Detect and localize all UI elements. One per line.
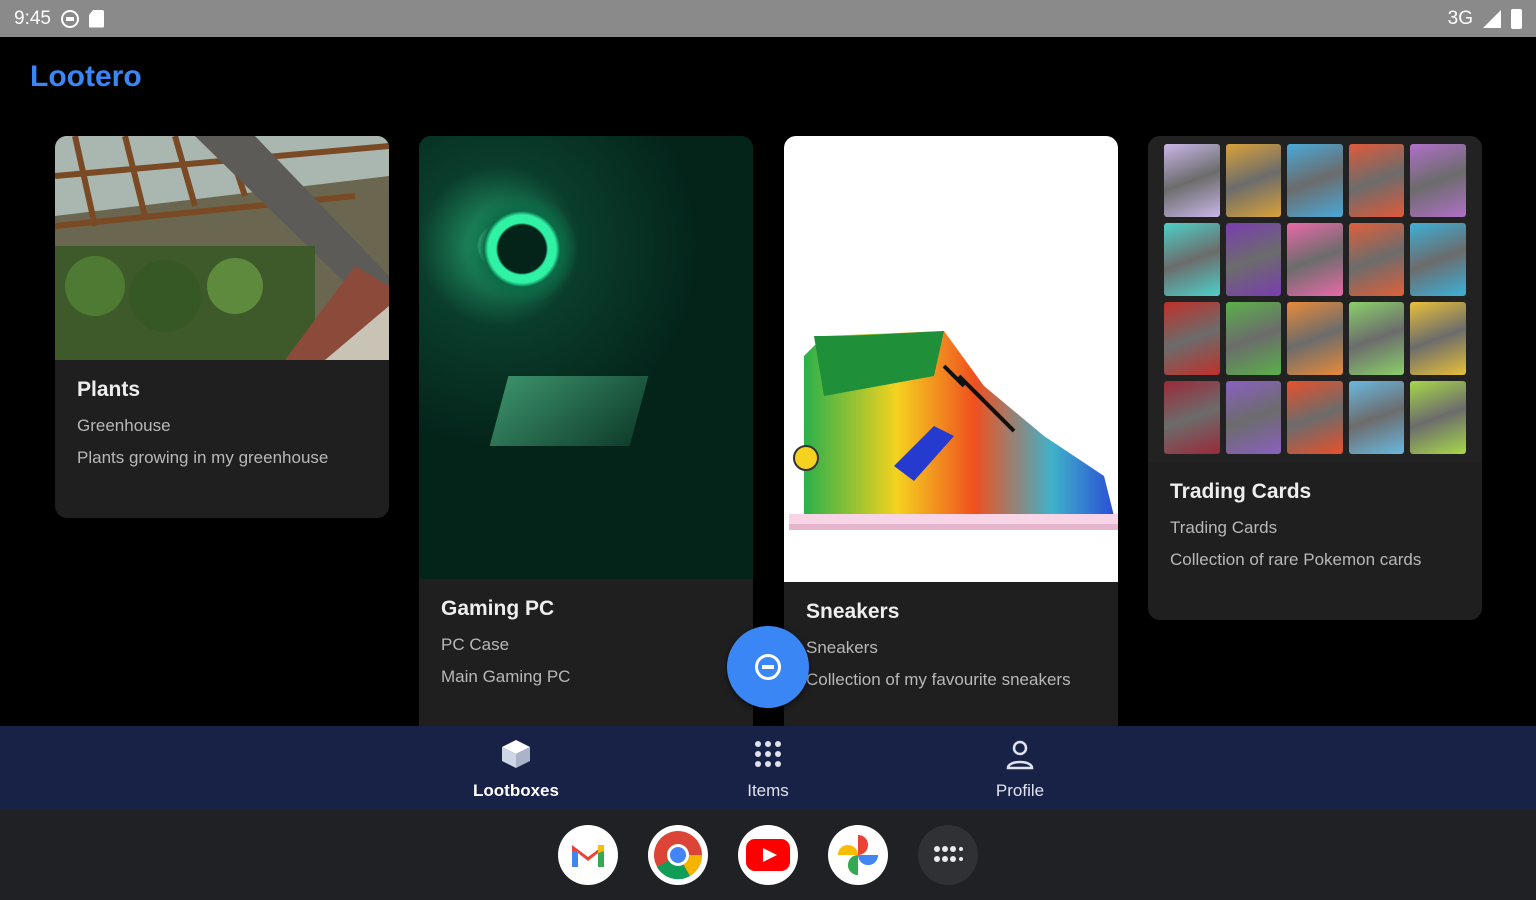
- chrome-app-button[interactable]: [648, 825, 708, 885]
- card-body: Plants Greenhouse Plants growing in my g…: [55, 360, 389, 486]
- nav-label: Lootboxes: [473, 781, 559, 800]
- card-description: Plants growing in my greenhouse: [77, 448, 329, 467]
- card-body: Gaming PC PC Case Main Gaming PC: [419, 579, 753, 705]
- pokemon-card-thumb: [1348, 144, 1405, 217]
- rgb-fan-shape: [467, 194, 577, 304]
- card-description: Main Gaming PC: [441, 667, 571, 686]
- nav-item-items[interactable]: Items: [698, 738, 838, 801]
- card-body: Trading Cards Trading Cards Collection o…: [1148, 462, 1482, 588]
- pokemon-card-thumb: [1410, 302, 1466, 375]
- youtube-app-button[interactable]: [738, 825, 798, 885]
- signal-icon: [1483, 9, 1501, 28]
- nav-item-profile[interactable]: Profile: [950, 738, 1090, 801]
- pokemon-card-thumb: [1225, 144, 1282, 217]
- nav-label: Profile: [995, 781, 1045, 800]
- sneaker-image: [789, 331, 1118, 530]
- app-drawer-icon: [934, 846, 963, 862]
- grid-icon: [755, 741, 781, 767]
- pokemon-card-thumb: [1164, 223, 1220, 296]
- pokemon-card-thumb: [1287, 223, 1343, 296]
- pokemon-card-thumb: [1348, 302, 1405, 375]
- card-title: Sneakers: [806, 600, 900, 623]
- photos-icon: [838, 835, 878, 875]
- sd-card-icon: [88, 9, 104, 28]
- pokemon-card-thumb: [1287, 302, 1343, 375]
- card-image-gaming-pc: [419, 136, 753, 579]
- status-bar: 9:45 3G: [0, 0, 1536, 37]
- lootbox-card-sneakers[interactable]: Sneakers Sneakers Collection of my favou…: [784, 136, 1118, 736]
- app-drawer-button[interactable]: [918, 825, 978, 885]
- card-title: Plants: [77, 378, 141, 401]
- card-title: Gaming PC: [441, 597, 555, 620]
- pokemon-card-thumb: [1164, 144, 1220, 217]
- card-description: Collection of my favourite sneakers: [806, 670, 1071, 689]
- battery-icon: [1511, 8, 1522, 29]
- pokemon-card-thumb: [1225, 381, 1282, 454]
- pokemon-card-thumb: [1410, 144, 1466, 217]
- card-body: Sneakers Sneakers Collection of my favou…: [784, 582, 1118, 708]
- chrome-icon: [654, 831, 703, 880]
- nav-label: Items: [747, 781, 789, 800]
- pokemon-card-thumb: [1287, 144, 1343, 217]
- pokemon-card-thumb: [1410, 223, 1466, 296]
- person-icon: [1006, 740, 1034, 770]
- photos-app-button[interactable]: [828, 825, 888, 885]
- pokemon-card-thumb: [1348, 381, 1405, 454]
- remove-circle-icon: [755, 654, 781, 680]
- network-type: 3G: [1447, 7, 1473, 29]
- launcher-dock: [0, 810, 1536, 900]
- gmail-icon: [572, 845, 604, 867]
- card-subtitle: PC Case: [441, 635, 510, 654]
- card-subtitle: Greenhouse: [77, 416, 171, 435]
- nav-item-lootboxes[interactable]: Lootboxes: [446, 738, 586, 801]
- do-not-disturb-icon: [60, 9, 79, 28]
- lootbox-card-gaming-pc[interactable]: Gaming PC PC Case Main Gaming PC: [419, 136, 753, 736]
- cube-icon: [502, 740, 530, 768]
- card-title: Trading Cards: [1170, 480, 1312, 503]
- greenhouse-image: [55, 136, 389, 360]
- card-subtitle: Trading Cards: [1170, 518, 1278, 537]
- gpu-shape: [489, 376, 649, 446]
- card-image-sneakers: [784, 136, 1118, 582]
- pokemon-card-thumb: [1164, 381, 1220, 454]
- status-right: 3G: [1448, 8, 1522, 30]
- gmail-app-button[interactable]: [558, 825, 618, 885]
- lootbox-card-plants[interactable]: Plants Greenhouse Plants growing in my g…: [55, 136, 389, 518]
- youtube-icon: [746, 839, 790, 871]
- card-subtitle: Sneakers: [806, 638, 878, 657]
- pokemon-card-thumb: [1410, 381, 1466, 454]
- lootbox-card-trading-cards[interactable]: Trading Cards Trading Cards Collection o…: [1148, 136, 1482, 620]
- card-image-trading-cards: [1148, 136, 1482, 462]
- bottom-navigation: Lootboxes Items Profile: [0, 726, 1536, 810]
- app-title: Lootero: [30, 60, 142, 93]
- pokemon-card-thumb: [1348, 223, 1405, 296]
- card-image-plants: [55, 136, 389, 360]
- status-time: 9:45: [14, 7, 51, 29]
- pokemon-card-thumb: [1164, 302, 1220, 375]
- app-screen: 9:45 3G Lootero Plants Greenhouse Plants…: [0, 0, 1536, 900]
- card-description: Collection of rare Pokemon cards: [1170, 550, 1422, 569]
- pokemon-card-thumb: [1287, 381, 1343, 454]
- pokemon-card-thumb: [1225, 223, 1282, 296]
- pokemon-card-thumb: [1225, 302, 1282, 375]
- status-left: 9:45: [14, 8, 104, 30]
- remove-fab-button[interactable]: [727, 626, 809, 708]
